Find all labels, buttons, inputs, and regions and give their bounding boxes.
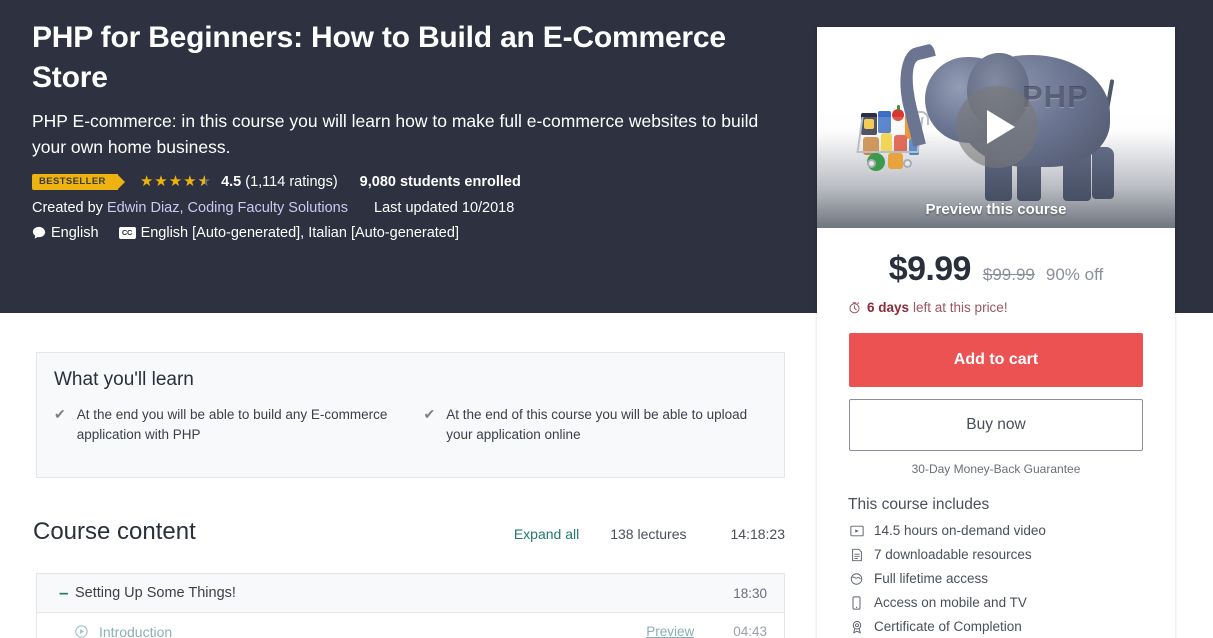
star-icon: ★ — [139, 173, 155, 191]
rating-value: 4.5 — [221, 173, 242, 190]
deadline-days: 6 days — [867, 300, 910, 315]
course-content-title: Course content — [33, 518, 196, 545]
star-icon: ★ — [183, 173, 198, 191]
includes-label: Certificate of Completion — [874, 619, 1022, 634]
section-duration: 18:30 — [733, 585, 767, 601]
discount-percent: 90% off — [1045, 265, 1104, 284]
speech-bubble-icon — [32, 226, 46, 240]
closed-caption-icon: CC — [118, 226, 136, 239]
total-duration: 14:18:23 — [730, 526, 786, 542]
price-row: $9.99 $99.99 90% off — [817, 250, 1175, 289]
learn-items-grid: ✔ At the end you will be able to build a… — [37, 391, 784, 444]
students-enrolled: 9,080 students enrolled — [359, 173, 521, 190]
includes-item: Full lifetime access — [848, 570, 1175, 588]
last-updated: Last updated 10/2018 — [374, 199, 515, 216]
stopwatch-icon — [848, 301, 861, 314]
what-you-will-learn-box: What you'll learn ✔ At the end you will … — [36, 352, 785, 478]
includes-title: This course includes — [848, 496, 990, 513]
includes-item: 7 downloadable resources — [848, 546, 1175, 564]
purchase-card: PHP Preview this course $9.99 $99.99 90%… — [817, 27, 1175, 638]
learn-item-label: At the end of this course you will be ab… — [446, 407, 748, 442]
includes-item: Access on mobile and TV — [848, 594, 1175, 612]
deadline-text: left at this price! — [913, 300, 1008, 315]
star-icon: ★ — [168, 173, 184, 191]
money-back-guarantee: 30-Day Money-Back Guarantee — [911, 462, 1081, 476]
learn-item: ✔ At the end you will be able to build a… — [54, 405, 398, 444]
check-icon: ✔ — [423, 406, 436, 422]
collapse-toggle-icon[interactable]: – — [59, 583, 75, 603]
trophy-icon — [848, 620, 865, 634]
current-price: $9.99 — [888, 250, 972, 288]
course-landing-page: PHP for Beginners: How to Build an E-Com… — [0, 0, 1213, 638]
original-price: $99.99 — [982, 265, 1035, 284]
grocery-item — [888, 153, 903, 169]
lecture-play-icon — [75, 625, 88, 638]
includes-label: 7 downloadable resources — [874, 547, 1032, 562]
includes-label: Full lifetime access — [874, 571, 989, 586]
video-icon — [848, 524, 865, 538]
add-to-cart-button[interactable]: Add to cart — [849, 333, 1143, 387]
play-triangle-icon — [987, 110, 1015, 144]
course-lecture-row[interactable]: Introduction Preview 04:43 — [37, 613, 784, 638]
learn-item: ✔ At the end of this course you will be … — [424, 405, 768, 444]
course-preview-thumbnail[interactable]: PHP Preview this course — [817, 27, 1175, 228]
buy-now-button[interactable]: Buy now — [849, 399, 1143, 451]
play-button-icon[interactable] — [956, 86, 1038, 168]
document-icon — [848, 548, 865, 562]
includes-item: Certificate of Completion — [848, 618, 1175, 636]
grocery-item — [897, 105, 900, 111]
includes-item: 14.5 hours on-demand video — [848, 522, 1175, 540]
star-icon: ★ — [154, 173, 169, 191]
course-section-row[interactable]: – Setting Up Some Things! 18:30 — [37, 574, 784, 613]
course-rating-row: BESTSELLER ★ ★ ★ ★ ★ 4.5 (1,114 ratings)… — [32, 173, 792, 190]
course-includes-section: This course includes 14.5 hours on-deman… — [817, 476, 1175, 636]
preview-course-label: Preview this course — [925, 201, 1067, 218]
lectures-count: 138 lectures — [610, 526, 687, 542]
check-icon: ✔ — [54, 406, 66, 422]
captions-list: English [Auto-generated], Italian [Auto-… — [140, 224, 459, 241]
what-you-will-learn-title: What you'll learn — [54, 369, 194, 390]
learn-item-label: At the end you will be able to build any… — [76, 407, 388, 442]
course-content-header: Course content Expand all 138 lectures 1… — [33, 518, 785, 546]
cart-wheel — [903, 159, 912, 168]
includes-label: 14.5 hours on-demand video — [874, 523, 1046, 538]
cart-wheel — [867, 159, 876, 168]
star-half-icon: ★ — [198, 174, 212, 189]
price-deadline-row: 6 days left at this price! — [848, 300, 1175, 315]
lecture-meta: Preview 04:43 — [646, 624, 767, 638]
course-hero-content: PHP for Beginners: How to Build an E-Com… — [32, 18, 792, 241]
author-link[interactable]: Edwin Diaz, Coding Faculty Solutions — [107, 200, 348, 216]
lecture-title: Introduction — [99, 623, 173, 638]
includes-label: Access on mobile and TV — [874, 595, 1027, 610]
course-content-list: – Setting Up Some Things! 18:30 Introduc… — [36, 573, 785, 638]
infinity-icon — [848, 572, 865, 586]
course-language-row: English CC English [Auto-generated], Ita… — [32, 225, 792, 241]
course-author-row: Created by Edwin Diaz, Coding Faculty So… — [32, 200, 792, 216]
section-title: Setting Up Some Things! — [75, 585, 236, 601]
created-by-label: Created by — [32, 199, 103, 216]
star-rating: ★ ★ ★ ★ ★ — [140, 174, 212, 189]
course-title: PHP for Beginners: How to Build an E-Com… — [32, 21, 726, 94]
expand-all-link[interactable]: Expand all — [514, 526, 579, 542]
course-subtitle: PHP E-commerce: in this course you will … — [32, 111, 759, 157]
bestseller-badge: BESTSELLER — [32, 173, 125, 190]
lecture-preview-link[interactable]: Preview — [646, 624, 694, 638]
course-content-meta: Expand all 138 lectures 14:18:23 — [514, 526, 785, 542]
mobile-icon — [848, 596, 865, 610]
lecture-duration: 04:43 — [733, 624, 767, 638]
audio-language: English — [51, 224, 99, 241]
rating-count: (1,114 ratings) — [245, 173, 338, 190]
elephant-leg — [1092, 147, 1114, 199]
